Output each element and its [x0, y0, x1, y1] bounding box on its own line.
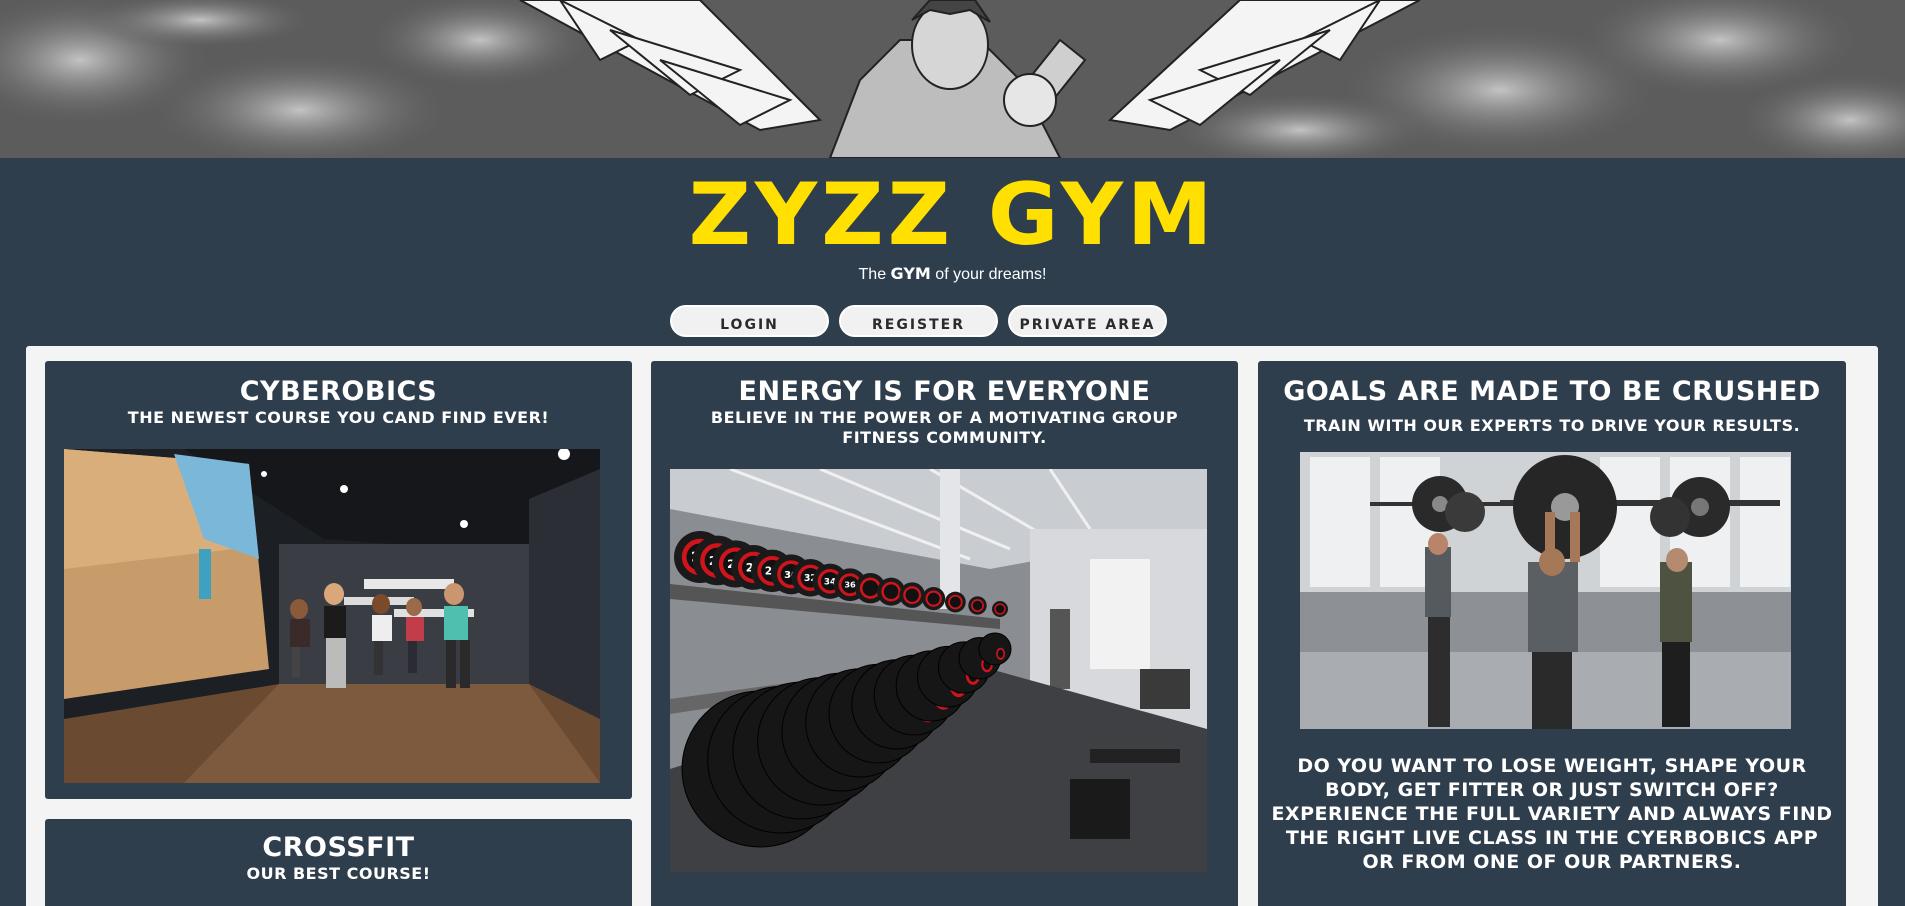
dumbbell-plate-center — [862, 580, 879, 597]
tagline: The GYM of your dreams! — [0, 264, 1905, 284]
card-energy: ENERGY IS FOR EVERYONE BELIEVE IN THE PO… — [651, 361, 1238, 906]
card-title: CROSSFIT — [262, 832, 415, 863]
card-title: CYBEROBICS — [239, 376, 438, 407]
card-subtitle: BELIEVE IN THE POWER OF A MOTIVATING GRO… — [710, 408, 1179, 447]
card-title: ENERGY IS FOR EVERYONE — [738, 376, 1151, 407]
hero-banner — [0, 0, 1905, 158]
card-body: DO YOU WANT TO LOSE WEIGHT, SHAPE YOUR B… — [1271, 755, 1833, 873]
dumbbell-plate — [978, 632, 1012, 666]
login-button[interactable]: LOGIN — [670, 305, 829, 337]
cyberobics-photo — [64, 449, 600, 783]
card-cyberobics: CYBEROBICS THE NEWEST COURSE YOU CAND FI… — [45, 361, 632, 799]
main-nav: LOGIN REGISTER PRIVATE AREA — [0, 305, 1905, 337]
dumbbell-plate-center — [995, 604, 1005, 614]
tagline-pre: The — [858, 266, 891, 283]
dumbbell-weight-label: 36 — [844, 580, 856, 590]
card-crossfit: CROSSFIT OUR BEST COURSE! — [45, 819, 632, 906]
tagline-post: of your dreams! — [930, 266, 1047, 283]
dumbbell-plate-center — [972, 600, 983, 611]
site-title: ZYZZ GYM — [688, 165, 1217, 265]
dumbbell-plate-center — [883, 584, 899, 599]
card-subtitle: THE NEWEST COURSE YOU CAND FIND EVER! — [127, 408, 550, 427]
dumbbell-plate-center — [905, 588, 919, 602]
hero-artwork — [0, 0, 1905, 158]
dumbbell-plate-center — [949, 596, 961, 608]
dumbbell-rack-photo: 20222426283032343640 — [670, 469, 1207, 872]
weightlifting-photo — [1300, 452, 1791, 729]
card-title: GOALS ARE MADE TO BE CRUSHED — [1283, 376, 1821, 407]
card-subtitle: OUR BEST COURSE! — [246, 864, 431, 883]
dumbbell-plate-center — [927, 592, 940, 605]
private-area-button[interactable]: PRIVATE AREA — [1008, 305, 1167, 337]
tagline-bold: GYM — [890, 264, 931, 283]
register-button[interactable]: REGISTER — [839, 305, 998, 337]
dumbbell-plate-center — [997, 649, 1004, 658]
card-subtitle: TRAIN WITH OUR EXPERTS TO DRIVE YOUR RES… — [1303, 416, 1801, 435]
card-goals: GOALS ARE MADE TO BE CRUSHED TRAIN WITH … — [1258, 361, 1846, 906]
